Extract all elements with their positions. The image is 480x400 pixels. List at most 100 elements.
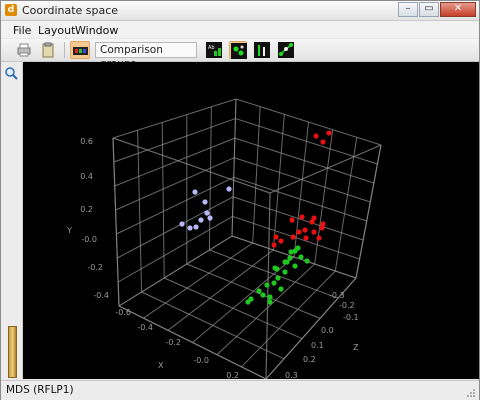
data-point-green xyxy=(304,258,310,264)
z-tick-label: 0.0 xyxy=(321,326,334,335)
y-tick-label: -0.0 xyxy=(81,235,97,244)
minimize-button[interactable]: – xyxy=(398,2,418,17)
data-point-red xyxy=(278,238,284,244)
x-tick-label: -0.4 xyxy=(137,323,153,332)
data-point-red xyxy=(313,133,319,139)
window-title: Coordinate space xyxy=(22,4,119,17)
menu-layout[interactable]: Layout xyxy=(38,24,75,37)
axis-icon[interactable] xyxy=(253,41,271,59)
x-tick-label: -0.6 xyxy=(115,308,131,317)
data-point-green xyxy=(274,266,280,272)
back-left-wall xyxy=(113,118,236,163)
back-left-wall xyxy=(137,130,143,293)
data-point-lavender xyxy=(207,215,213,221)
menu-window[interactable]: Window xyxy=(75,24,118,37)
x-axis-label: X xyxy=(158,361,164,370)
x-tick-label: 0.2 xyxy=(226,371,239,379)
data-point-green xyxy=(282,259,288,265)
title-bar: d Coordinate space – ▭ ✕ xyxy=(1,1,479,21)
z-tick-label: 0.1 xyxy=(311,341,324,350)
data-point-green xyxy=(275,275,281,281)
toolbar: Comparison groups Ab xyxy=(1,39,479,70)
menu-bar: File Layout Window xyxy=(1,21,479,38)
y-tick-label: -0.2 xyxy=(87,263,103,272)
cube-edge xyxy=(118,305,267,380)
data-point-green xyxy=(260,292,266,298)
z-tick-label: 0.2 xyxy=(303,355,316,364)
back-left-wall xyxy=(115,157,235,211)
data-point-red xyxy=(303,235,309,241)
data-point-red xyxy=(289,217,295,223)
zoom-slider[interactable] xyxy=(8,326,17,378)
back-left-wall xyxy=(117,215,233,283)
status-bar: MDS (RFLP1) xyxy=(1,380,479,400)
data-point-green xyxy=(292,248,298,254)
cube-edge xyxy=(355,144,382,279)
maximize-button[interactable]: ▭ xyxy=(419,2,439,17)
scatter-icon[interactable] xyxy=(229,41,247,59)
y-axis-label: Y xyxy=(66,226,72,235)
clipboard-icon[interactable] xyxy=(39,41,57,59)
cube-edge xyxy=(112,137,271,194)
y-tick-label: -0.4 xyxy=(93,291,109,300)
network-icon[interactable] xyxy=(277,41,295,59)
z-tick-label: -0.3 xyxy=(329,291,345,300)
y-tick-label: 0.4 xyxy=(80,172,93,181)
data-point-green xyxy=(267,299,273,305)
data-point-red xyxy=(296,229,302,235)
back-left-wall xyxy=(161,122,165,279)
back-left-wall xyxy=(112,98,237,139)
data-point-red xyxy=(320,139,326,145)
data-points xyxy=(179,130,332,305)
data-point-lavender xyxy=(198,217,204,223)
x-tick-label: -0.0 xyxy=(193,356,209,365)
data-point-green xyxy=(256,288,262,294)
status-text: MDS (RFLP1) xyxy=(6,384,74,396)
z-axis-label: Z xyxy=(353,343,359,352)
data-point-red xyxy=(299,214,305,220)
app-icon: d xyxy=(5,4,17,16)
back-right-wall xyxy=(235,98,382,146)
data-point-red xyxy=(326,130,332,136)
data-point-red xyxy=(271,242,277,248)
color-palette-icon[interactable] xyxy=(70,41,90,59)
data-point-red xyxy=(316,235,322,241)
floor-grid xyxy=(118,235,233,307)
data-point-red xyxy=(290,234,296,240)
data-point-green xyxy=(282,269,288,275)
3d-viewport[interactable]: 0.6 0.4 0.2 -0.0 -0.2 -0.4 Y -0.6 -0.4 -0.2 -0.0 0.… xyxy=(23,62,479,380)
scatter-plot-3d[interactable]: 0.6 0.4 0.2 -0.0 -0.2 -0.4 Y -0.6 -0.4 -0.2 -0.0 0.… xyxy=(23,62,479,380)
data-point-green xyxy=(292,263,298,269)
close-button[interactable]: ✕ xyxy=(440,2,476,17)
data-point-green xyxy=(278,286,284,292)
data-point-lavender xyxy=(204,210,210,216)
data-point-lavender xyxy=(179,221,185,227)
menu-file[interactable]: File xyxy=(13,24,31,37)
data-point-lavender xyxy=(192,189,198,195)
z-tick-label: -0.2 xyxy=(339,301,355,310)
data-point-lavender xyxy=(193,224,199,230)
data-point-red xyxy=(311,229,317,235)
data-point-green xyxy=(264,282,270,288)
group-selector[interactable]: Comparison groups xyxy=(95,42,197,70)
data-point-lavender xyxy=(187,225,193,231)
data-point-red xyxy=(273,234,279,240)
data-point-red xyxy=(302,227,308,233)
data-point-green xyxy=(248,296,254,302)
data-point-red xyxy=(311,215,317,221)
app-window: d Coordinate space – ▭ ✕ File Layout Win… xyxy=(0,0,480,400)
data-point-lavender xyxy=(226,186,232,192)
data-point-red xyxy=(319,225,325,231)
y-tick-label: 0.2 xyxy=(80,205,93,214)
x-tick-label: -0.2 xyxy=(165,338,181,347)
print-icon[interactable] xyxy=(15,41,33,59)
resize-grip-icon[interactable] xyxy=(466,388,476,398)
axes-grid xyxy=(112,98,382,380)
cube-edge xyxy=(112,137,120,307)
left-sidebar xyxy=(1,62,23,379)
data-point-green xyxy=(298,254,304,260)
back-right-wall xyxy=(272,114,285,251)
zoom-icon[interactable] xyxy=(4,66,18,80)
toolbar-separator xyxy=(64,42,65,58)
chart-labels-icon[interactable]: Ab xyxy=(205,41,223,59)
